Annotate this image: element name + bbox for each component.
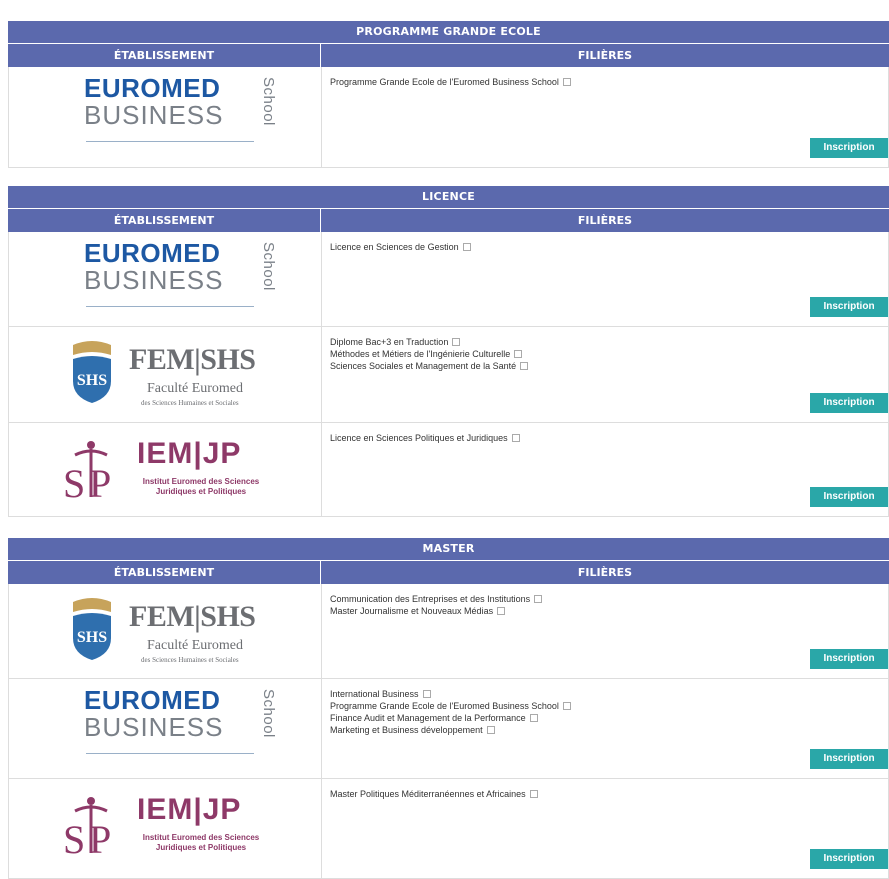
column-header: ÉTABLISSEMENT FILIÈRES bbox=[8, 209, 889, 232]
filieres-cell: Communication des Entreprises et des Ins… bbox=[322, 584, 888, 678]
inscription-button[interactable]: Inscription bbox=[810, 487, 888, 507]
col-filieres: FILIÈRES bbox=[321, 561, 889, 584]
filiere-link[interactable]: Communication des Entreprises et des Ins… bbox=[330, 593, 880, 605]
filiere-link[interactable]: Programme Grande Ecole de l'Euromed Busi… bbox=[330, 700, 880, 712]
scales-icon: S P bbox=[63, 797, 111, 859]
col-etablissement: ÉTABLISSEMENT bbox=[8, 44, 321, 67]
filiere-link[interactable]: Marketing et Business développement bbox=[330, 724, 880, 736]
femshs-logo: SHS FEM|SHS Faculté Euromed des Sciences… bbox=[69, 339, 269, 409]
shield-icon: SHS bbox=[73, 341, 111, 403]
external-link-icon bbox=[497, 606, 506, 615]
filieres-cell: Licence en Sciences de Gestion Inscripti… bbox=[322, 232, 888, 326]
section-master: MASTER ÉTABLISSEMENT FILIÈRES SHS FEM|SH… bbox=[8, 538, 889, 879]
iemjp-logo: S P IEM|JP Institut Euromed des Sciences… bbox=[61, 791, 281, 861]
scales-icon: S P bbox=[63, 441, 111, 503]
logo-cell: SHS FEM|SHS Faculté Euromed des Sciences… bbox=[9, 327, 322, 422]
external-link-icon bbox=[452, 337, 461, 346]
iemjp-logo: S P IEM|JP Institut Euromed des Sciences… bbox=[61, 435, 281, 505]
table-row: S P IEM|JP Institut Euromed des Sciences… bbox=[8, 423, 889, 517]
col-filieres: FILIÈRES bbox=[321, 44, 889, 67]
filieres-cell: Programme Grande Ecole de l'Euromed Busi… bbox=[322, 67, 888, 167]
filiere-link[interactable]: Programme Grande Ecole de l'Euromed Busi… bbox=[330, 76, 880, 88]
table-row: S P IEM|JP Institut Euromed des Sciences… bbox=[8, 779, 889, 879]
femshs-logo: SHS FEM|SHS Faculté Euromed des Sciences… bbox=[69, 596, 269, 666]
section-licence: LICENCE ÉTABLISSEMENT FILIÈRES EUROMED B… bbox=[8, 186, 889, 517]
filiere-link[interactable]: Diplome Bac+3 en Traduction bbox=[330, 336, 880, 348]
external-link-icon bbox=[514, 349, 523, 358]
external-link-icon bbox=[562, 701, 571, 710]
shield-icon: SHS bbox=[73, 598, 111, 660]
external-link-icon bbox=[529, 789, 538, 798]
external-link-icon bbox=[562, 77, 571, 86]
inscription-button[interactable]: Inscription bbox=[810, 749, 888, 769]
section-title: LICENCE bbox=[8, 186, 889, 209]
column-header: ÉTABLISSEMENT FILIÈRES bbox=[8, 561, 889, 584]
logo-cell: S P IEM|JP Institut Euromed des Sciences… bbox=[9, 423, 322, 516]
svg-text:SHS: SHS bbox=[77, 629, 107, 646]
table-row: EUROMED BUSINESS School International Bu… bbox=[8, 679, 889, 779]
filiere-link[interactable]: Méthodes et Métiers de l'Ingénierie Cult… bbox=[330, 348, 880, 360]
filieres-cell: Master Politiques Méditerranéennes et Af… bbox=[322, 779, 888, 878]
table-row: EUROMED BUSINESS School Programme Grande… bbox=[8, 67, 889, 168]
external-link-icon bbox=[534, 594, 543, 603]
filiere-link[interactable]: Licence en Sciences Politiques et Juridi… bbox=[330, 432, 880, 444]
svg-text:P: P bbox=[89, 461, 111, 503]
section-title: PROGRAMME GRANDE ECOLE bbox=[8, 21, 889, 44]
filieres-cell: International Business Programme Grande … bbox=[322, 679, 888, 778]
logo-cell: S P IEM|JP Institut Euromed des Sciences… bbox=[9, 779, 322, 878]
filiere-link[interactable]: Sciences Sociales et Management de la Sa… bbox=[330, 360, 880, 372]
external-link-icon bbox=[422, 689, 431, 698]
filiere-link[interactable]: Finance Audit et Management de la Perfor… bbox=[330, 712, 880, 724]
filieres-cell: Licence en Sciences Politiques et Juridi… bbox=[322, 423, 888, 516]
col-etablissement: ÉTABLISSEMENT bbox=[8, 209, 321, 232]
col-etablissement: ÉTABLISSEMENT bbox=[8, 561, 321, 584]
external-link-icon bbox=[529, 713, 538, 722]
filiere-link[interactable]: International Business bbox=[330, 688, 880, 700]
external-link-icon bbox=[462, 242, 471, 251]
svg-text:P: P bbox=[89, 817, 111, 859]
svg-text:S: S bbox=[63, 461, 85, 503]
inscription-button[interactable]: Inscription bbox=[810, 393, 888, 413]
euromed-logo: EUROMED BUSINESS School bbox=[84, 75, 284, 142]
inscription-button[interactable]: Inscription bbox=[810, 138, 888, 158]
col-filieres: FILIÈRES bbox=[321, 209, 889, 232]
inscription-button[interactable]: Inscription bbox=[810, 649, 888, 669]
inscription-button[interactable]: Inscription bbox=[810, 297, 888, 317]
logo-cell: SHS FEM|SHS Faculté Euromed des Sciences… bbox=[9, 584, 322, 678]
filiere-link[interactable]: Licence en Sciences de Gestion bbox=[330, 241, 880, 253]
column-header: ÉTABLISSEMENT FILIÈRES bbox=[8, 44, 889, 67]
euromed-logo: EUROMED BUSINESS School bbox=[84, 240, 284, 307]
filiere-link[interactable]: Master Journalisme et Nouveaux Médias bbox=[330, 605, 880, 617]
inscription-button[interactable]: Inscription bbox=[810, 849, 888, 869]
section-title: MASTER bbox=[8, 538, 889, 561]
section-programme-grande-ecole: PROGRAMME GRANDE ECOLE ÉTABLISSEMENT FIL… bbox=[8, 21, 889, 168]
external-link-icon bbox=[486, 725, 495, 734]
logo-cell: EUROMED BUSINESS School bbox=[9, 679, 322, 778]
logo-cell: EUROMED BUSINESS School bbox=[9, 67, 322, 167]
logo-cell: EUROMED BUSINESS School bbox=[9, 232, 322, 326]
filiere-link[interactable]: Master Politiques Méditerranéennes et Af… bbox=[330, 788, 880, 800]
table-row: EUROMED BUSINESS School Licence en Scien… bbox=[8, 232, 889, 327]
external-link-icon bbox=[520, 361, 529, 370]
svg-text:S: S bbox=[63, 817, 85, 859]
filieres-cell: Diplome Bac+3 en Traduction Méthodes et … bbox=[322, 327, 888, 422]
table-row: SHS FEM|SHS Faculté Euromed des Sciences… bbox=[8, 584, 889, 679]
euromed-logo: EUROMED BUSINESS School bbox=[84, 687, 284, 754]
svg-text:SHS: SHS bbox=[77, 372, 107, 389]
table-row: SHS FEM|SHS Faculté Euromed des Sciences… bbox=[8, 327, 889, 423]
external-link-icon bbox=[511, 433, 520, 442]
